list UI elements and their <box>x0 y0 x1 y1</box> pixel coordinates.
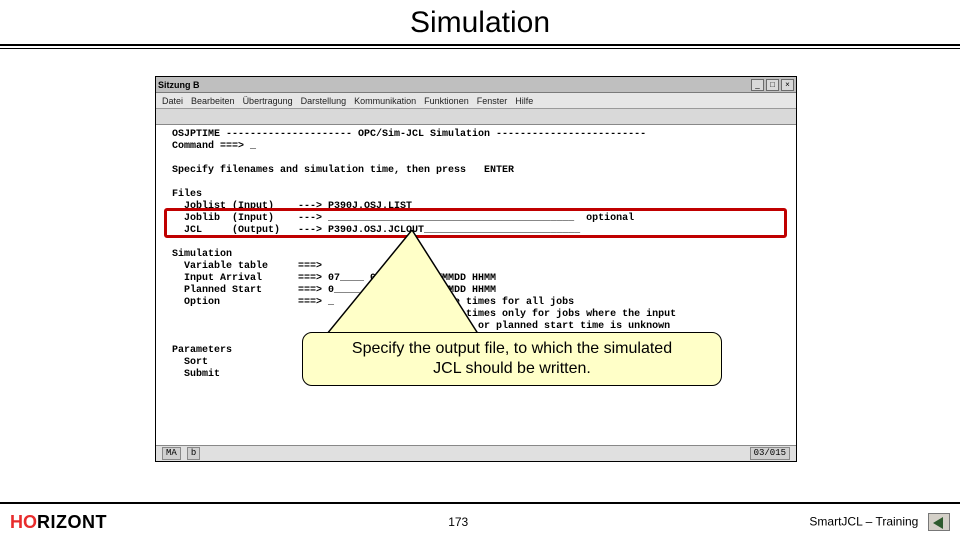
logo: HORIZONT <box>10 512 107 533</box>
menu-item[interactable]: Übertragung <box>243 96 293 106</box>
callout-text: Specify the output file, to which the si… <box>317 339 707 359</box>
menu-item[interactable]: Kommunikation <box>354 96 416 106</box>
term-line: Submit <box>166 369 298 380</box>
term-line: Parameters <box>166 345 232 356</box>
window-title: Sitzung B <box>158 80 200 90</box>
callout-text: JCL should be written. <box>317 359 707 379</box>
term-line: Sort <box>166 357 298 368</box>
logo-text: RIZONT <box>37 512 107 532</box>
term-line: OSJPTIME --------------------- OPC/Sim-J… <box>166 129 646 140</box>
term-line <box>166 237 172 248</box>
term-line: Variable table ===> <box>166 261 328 272</box>
divider <box>0 48 960 49</box>
window-toolbar <box>156 109 796 125</box>
maximize-button[interactable]: □ <box>766 79 779 91</box>
status-cursor-pos: 03/015 <box>750 447 790 460</box>
term-line <box>166 153 172 164</box>
status-indicator: b <box>187 447 200 460</box>
close-button[interactable]: × <box>781 79 794 91</box>
menu-item[interactable]: Funktionen <box>424 96 469 106</box>
logo-letter: H <box>10 512 23 532</box>
term-line: Files <box>166 189 202 200</box>
logo-letter: O <box>23 512 37 532</box>
menu-item[interactable]: Darstellung <box>301 96 347 106</box>
term-line: Simulation <box>166 249 232 260</box>
window-statusbar: MA b 03/015 <box>156 445 796 461</box>
term-line <box>166 333 172 344</box>
window-menubar: Datei Bearbeiten Übertragung Darstellung… <box>156 93 796 109</box>
page-title: Simulation <box>0 0 960 44</box>
divider <box>0 44 960 46</box>
back-arrow-icon[interactable] <box>928 513 950 531</box>
term-line <box>166 177 172 188</box>
menu-item[interactable]: Hilfe <box>515 96 533 106</box>
term-line: Specify filenames and simulation time, t… <box>166 165 514 176</box>
menu-item[interactable]: Bearbeiten <box>191 96 235 106</box>
menu-item[interactable]: Datei <box>162 96 183 106</box>
course-name: SmartJCL – Training <box>809 514 918 528</box>
term-line: Command ===> _ <box>166 141 256 152</box>
callout-tooltip: Specify the output file, to which the si… <box>302 332 722 386</box>
status-indicator: MA <box>162 447 181 460</box>
minimize-button[interactable]: _ <box>751 79 764 91</box>
window-titlebar: Sitzung B _ □ × <box>156 77 796 93</box>
slide-footer: HORIZONT 173 SmartJCL – Training <box>0 502 960 540</box>
menu-item[interactable]: Fenster <box>477 96 508 106</box>
page-number: 173 <box>448 515 468 529</box>
